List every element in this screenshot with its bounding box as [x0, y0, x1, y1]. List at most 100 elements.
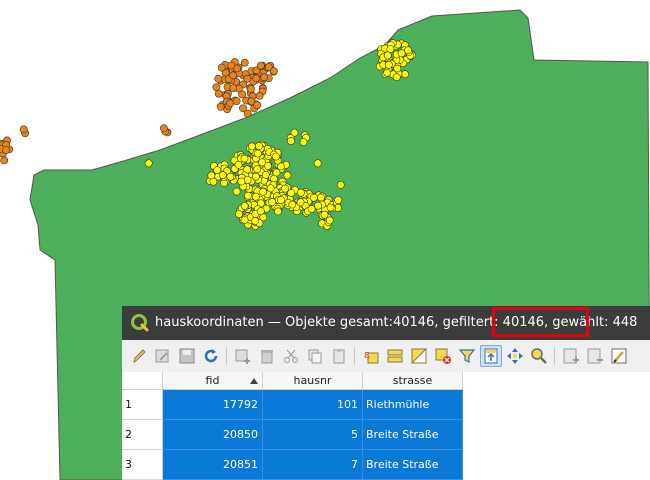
selected-point [299, 138, 308, 146]
selected-point [144, 159, 153, 168]
unselected-point [253, 101, 262, 109]
unselected-point [239, 104, 247, 113]
selected-point [309, 193, 318, 202]
selected-point [253, 149, 262, 158]
selected-point [397, 49, 406, 58]
unselected-point [214, 74, 223, 83]
selected-point [218, 171, 227, 179]
selected-point [237, 177, 246, 186]
selected-point [325, 216, 334, 225]
new-field-icon[interactable] [560, 345, 582, 367]
selected-point [247, 142, 256, 151]
unselected-point [19, 125, 28, 134]
invert-selection-icon[interactable] [408, 345, 430, 367]
zoom-to-selected-icon[interactable] [528, 345, 550, 367]
cell-fid[interactable]: 20851 [163, 450, 263, 480]
attribute-table-window: hauskoordinaten — Objekte gesamt:40146, … [122, 306, 650, 480]
unselected-point [216, 102, 225, 111]
delete-icon[interactable] [256, 345, 278, 367]
row-number[interactable]: 1 [122, 390, 163, 420]
selected-point [251, 172, 260, 181]
selected-point [383, 68, 392, 77]
unselected-point [255, 92, 264, 100]
selected-point [258, 158, 266, 167]
pencil-icon[interactable] [128, 345, 150, 367]
selected-point [226, 172, 235, 181]
column-header-fid[interactable]: fid [163, 372, 263, 390]
selected-point [307, 205, 316, 213]
selected-point [253, 165, 262, 174]
cell-strasse[interactable]: Breite Straße [363, 420, 463, 450]
unselected-point [260, 73, 268, 82]
selected-point [271, 152, 280, 161]
field-calculator-icon[interactable] [608, 345, 630, 367]
cell-fid[interactable]: 20850 [163, 420, 263, 450]
selected-point [326, 203, 335, 212]
paste-icon[interactable] [328, 345, 350, 367]
corner-header[interactable] [122, 372, 163, 390]
selected-point [234, 160, 243, 169]
cell-hausnr[interactable]: 5 [263, 420, 363, 450]
selected-point [213, 166, 222, 175]
selected-point [251, 192, 260, 201]
cell-hausnr[interactable]: 101 [263, 390, 363, 420]
attribute-table-titlebar[interactable]: hauskoordinaten — Objekte gesamt:40146, … [122, 306, 650, 340]
selected-point [240, 201, 249, 210]
cell-hausnr[interactable]: 7 [263, 450, 363, 480]
unselected-point [214, 89, 223, 98]
move-selection-to-top-icon[interactable] [480, 345, 502, 367]
column-header-label: hausnr [293, 374, 332, 387]
row-number[interactable]: 3 [122, 450, 163, 480]
add-feature-icon[interactable] [232, 345, 254, 367]
filter-icon[interactable] [456, 345, 478, 367]
selected-point [383, 51, 392, 60]
unselected-point [252, 74, 261, 83]
selected-point [281, 184, 289, 193]
unselected-point [0, 156, 9, 165]
selected-point [243, 165, 252, 174]
unselected-point [256, 61, 265, 70]
unselected-point [269, 67, 278, 75]
column-header-strasse[interactable]: strasse [363, 372, 463, 390]
selected-point [256, 207, 265, 216]
copy-icon[interactable] [304, 345, 326, 367]
cell-strasse[interactable]: Riethmühle [363, 390, 463, 420]
cell-fid[interactable]: 17792 [163, 390, 263, 420]
selected-point [259, 187, 268, 196]
selected-point [296, 198, 305, 207]
selected-point [255, 142, 263, 150]
attribute-table-grid: fid hausnr strasse 1 17792 101 Riethmühl… [122, 372, 650, 480]
selected-point [268, 198, 276, 206]
pan-to-selected-icon[interactable] [504, 345, 526, 367]
column-header-label: strasse [392, 374, 433, 387]
select-by-expression-icon[interactable]: ε [360, 345, 382, 367]
delete-field-icon[interactable] [584, 345, 606, 367]
column-header-hausnr[interactable]: hausnr [263, 372, 363, 390]
unselected-point [240, 58, 249, 67]
unselected-point [227, 61, 236, 70]
selected-point [296, 188, 305, 197]
selected-point [336, 180, 345, 189]
selected-point [283, 171, 292, 180]
cut-icon[interactable] [280, 345, 302, 367]
selected-point [401, 70, 409, 79]
column-header-label: fid [205, 374, 220, 387]
unselected-point [243, 74, 252, 83]
save-icon[interactable] [176, 345, 198, 367]
selected-point [207, 171, 216, 180]
selected-point [314, 201, 322, 210]
selected-point [272, 168, 281, 177]
unselected-point [2, 146, 10, 154]
reload-icon[interactable] [200, 345, 222, 367]
cell-strasse[interactable]: Breite Straße [363, 450, 463, 480]
selected-point [287, 189, 295, 197]
selected-point [240, 154, 249, 163]
selected-point [235, 210, 243, 218]
qgis-logo-icon [131, 314, 149, 332]
deselect-icon[interactable] [432, 345, 454, 367]
unselected-point [217, 63, 226, 72]
select-all-icon[interactable] [384, 345, 406, 367]
selected-point [404, 46, 412, 55]
row-number[interactable]: 2 [122, 420, 163, 450]
multi-edit-icon[interactable] [152, 345, 174, 367]
